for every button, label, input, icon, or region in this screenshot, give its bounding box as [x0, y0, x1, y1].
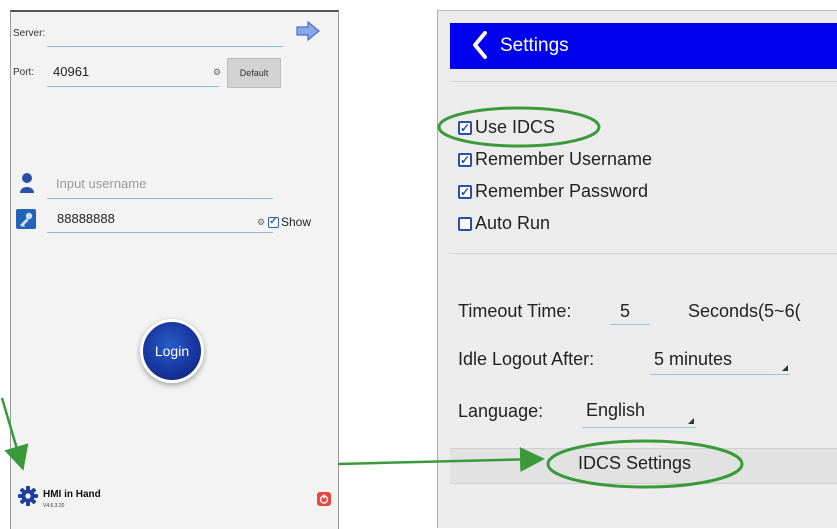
idcs-settings-highlight [546, 439, 744, 489]
settings-pointer-arrow [337, 446, 545, 472]
use-idcs-highlight [437, 106, 601, 148]
gear-pointer-arrow [0, 397, 29, 471]
annotation-overlay [0, 106, 744, 489]
